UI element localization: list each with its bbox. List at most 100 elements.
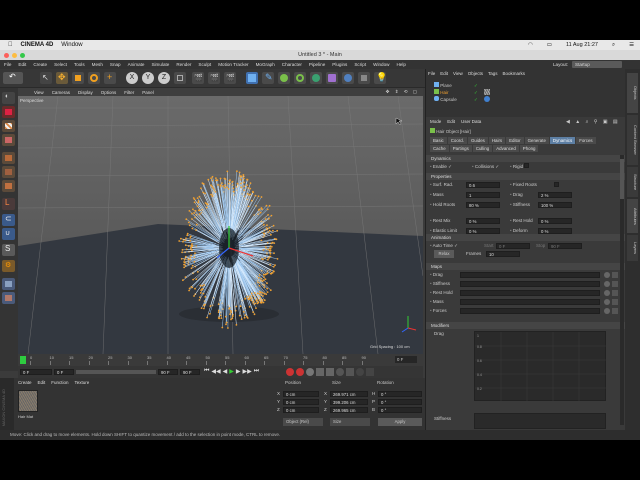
viewport-menu-options[interactable]: Options [101,90,117,95]
locked-workplane-button[interactable]: ⚙ [2,260,15,272]
snap-button[interactable]: ∪ [2,228,15,240]
tweak-mode-button[interactable]: ⊂ [2,214,15,226]
position-x-field[interactable]: 0 cm [283,391,319,397]
menu-render[interactable]: Render [176,62,191,67]
soft-selection-button[interactable]: S [2,244,15,256]
map-forces-link-field[interactable] [460,308,600,314]
axis-mode-button[interactable]: L [2,198,15,210]
attribute-scrollbar[interactable] [620,155,624,425]
side-tab-content-browser[interactable]: Content Browser [627,115,638,165]
workplane-button[interactable] [2,134,15,146]
position-y-field[interactable]: 0 cm [283,399,319,405]
texture-mode-button[interactable] [2,120,15,132]
viewport-nav-icons[interactable]: ✥ ⇕ ⟲ ▢ [386,89,419,95]
menu-help[interactable]: Help [396,62,405,67]
material-menu-edit[interactable]: Edit [38,380,46,385]
prop-mass-field[interactable]: 1 [466,192,500,198]
menu-window[interactable]: Window [373,62,389,67]
size-x-field[interactable]: 269.971 cm [330,391,368,397]
coordinate-system-button[interactable] [174,72,186,84]
menu-select[interactable]: Select [54,62,67,67]
previous-key-icon[interactable]: ◀◀ [211,368,220,376]
tab-forces[interactable]: Forces [576,137,596,144]
start-frame-field[interactable]: 0 F [54,369,74,375]
tab-hairs[interactable]: Hairs [488,137,506,144]
hair-material-tag[interactable] [484,89,490,95]
relax-button[interactable]: Relax [434,250,454,258]
pla-key-icon[interactable] [356,368,364,376]
hair-material-swatch[interactable] [18,390,38,412]
menu-plugins[interactable]: Plugins [332,62,347,67]
camera-button[interactable] [358,72,370,84]
anim-start-field[interactable]: 0 F [496,243,530,249]
recent-tool[interactable]: + [104,72,116,84]
make-editable-button[interactable]: ◐ [2,92,15,104]
keyframe-selection-icon[interactable] [306,368,314,376]
side-tab-objects[interactable]: Objects [627,73,638,113]
attributes-menu-user-data[interactable]: User Data [461,119,481,124]
attribute-scrollbar-thumb[interactable] [620,159,624,199]
menu-sculpt[interactable]: Sculpt [198,62,211,67]
section-animation[interactable]: Animation [426,234,626,241]
coord-mode-select[interactable]: Object (Rel) [283,418,323,426]
size-z-field[interactable]: 269.965 cm [330,407,368,413]
objects-menu-tags[interactable]: Tags [488,71,498,76]
map-drag-dots-icon[interactable] [612,272,618,278]
menu-pipeline[interactable]: Pipeline [309,62,325,67]
menu-tools[interactable]: Tools [74,62,85,67]
prop-fixed-roots-checkbox[interactable] [554,182,559,187]
map-forces-clear-icon[interactable] [604,308,610,314]
map-rest-hold-clear-icon[interactable] [604,290,610,296]
objects-menu-bookmarks[interactable]: Bookmarks [503,71,526,76]
hair-material-label[interactable]: Hair Mat [18,414,33,419]
zoom-window-button[interactable] [20,52,25,58]
current-frame-field[interactable]: 0 F [20,369,52,375]
scale-tool[interactable] [72,72,84,84]
next-frame-icon[interactable]: ▶ [236,368,241,376]
coord-size-mode-select[interactable]: Size [330,418,370,426]
menu-character[interactable]: Character [282,62,302,67]
texture-axis-button[interactable] [2,292,15,304]
enable-checkbox[interactable]: ✓ [448,164,452,169]
menu-create[interactable]: Create [33,62,47,67]
hair-visibility-check[interactable]: ✓ [474,89,478,96]
objects-menu-objects[interactable]: Objects [468,71,483,76]
previous-frame-icon[interactable]: ◀ [223,368,228,376]
y-axis-toggle[interactable]: Y [142,72,154,84]
points-mode-button[interactable] [2,152,15,164]
environment-button[interactable] [342,72,354,84]
tab-culling[interactable]: Culling [472,145,493,152]
go-to-start-icon[interactable]: ⏮ [204,368,209,376]
layout-select[interactable]: Startup [572,61,622,68]
position-z-field[interactable]: 0 cm [283,407,319,413]
viewport-menu-panel[interactable]: Panel [142,90,154,95]
cube-button[interactable] [246,72,258,84]
side-tab-attributes[interactable]: Attributes [627,199,638,233]
attributes-menu-edit[interactable]: Edit [447,119,455,124]
menu-mograph[interactable]: MoGraph [256,62,275,67]
go-to-end-icon[interactable]: ⏭ [254,368,259,376]
stiffness-spline-graph[interactable] [474,413,606,429]
prop-rest-mix-field[interactable]: 0 % [466,218,500,224]
deformer-button[interactable] [326,72,338,84]
prop-stiffness-field[interactable]: 100 % [538,202,572,208]
app-name-menu[interactable]: CINEMA 4D [21,42,54,48]
object-name-capsule[interactable]: Capsule [440,97,457,102]
object-name-plane[interactable]: Plane [440,83,452,88]
play-icon[interactable]: ▶ [229,368,234,376]
edges-mode-button[interactable] [2,166,15,178]
side-tab-layers[interactable]: Layers [627,235,638,261]
rotation-p-field[interactable]: 0 ° [378,399,422,405]
move-key-icon[interactable] [316,368,324,376]
render-settings-button[interactable]: 🎬 [224,72,236,84]
tab-editor[interactable]: Editor [506,137,524,144]
material-menu-function[interactable]: Function [51,380,68,385]
search-icon[interactable]: ⌕ [612,42,615,49]
size-y-field[interactable]: 399.206 cm [330,399,368,405]
tab-generate[interactable]: Generate [524,137,549,144]
rotate-tool[interactable] [88,72,100,84]
menu-motion-tracker[interactable]: Motion Tracker [218,62,248,67]
material-menu-create[interactable]: Create [18,380,32,385]
auto-time-checkbox[interactable]: ✓ [454,243,458,248]
render-view-button[interactable]: 🎬 [192,72,204,84]
